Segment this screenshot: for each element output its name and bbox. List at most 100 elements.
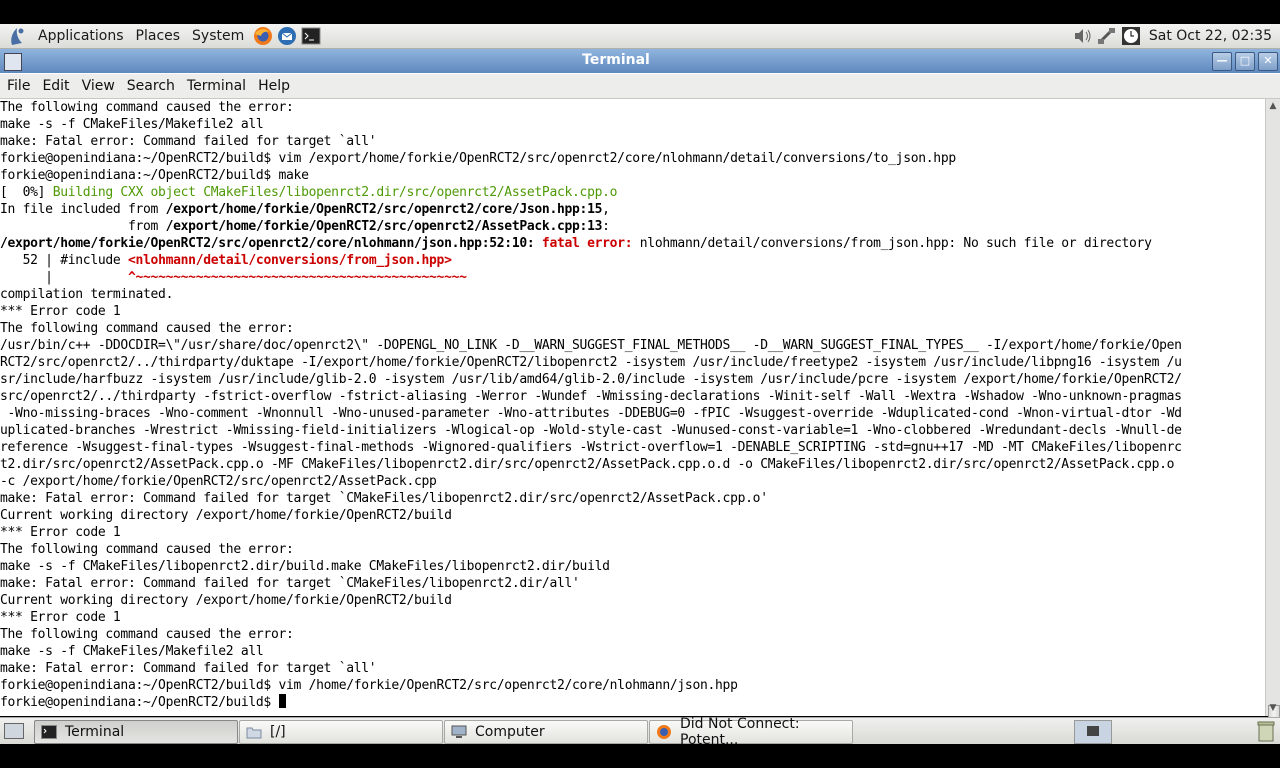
terminal-line-segment: from: [0, 219, 166, 234]
task-label: Computer: [475, 724, 545, 740]
terminal-line: forkie@openindiana:~/OpenRCT2/build$ vim…: [0, 151, 956, 166]
terminal-line: The following command caused the error:: [0, 100, 294, 115]
terminal-line: The following command caused the error:: [0, 321, 294, 336]
menu-terminal[interactable]: Terminal: [181, 78, 252, 94]
terminal-line: make: Fatal error: Command failed for ta…: [0, 661, 377, 676]
terminal-cursor: [278, 694, 286, 708]
terminal-launcher-icon[interactable]: [300, 25, 322, 47]
maximize-button[interactable]: □: [1235, 52, 1255, 71]
terminal-line: /usr/bin/c++ -DDOCDIR=\"/usr/share/doc/o…: [0, 338, 1182, 353]
terminal-line-segment: nlohmann/detail/conversions/from_json.hp…: [639, 236, 1152, 251]
task-firefox[interactable]: Did Not Connect: Potent...: [649, 716, 853, 748]
workspace-thumbnail-icon: [1087, 726, 1099, 736]
bottom-taskbar: Terminal [/] Computer Did Not Connect: P…: [0, 716, 1280, 748]
terminal-prompt-line[interactable]: forkie@openindiana:~/OpenRCT2/build$: [0, 694, 1266, 711]
terminal-line: t2.dir/src/openrct2/AssetPack.cpp.o -MF …: [0, 457, 1175, 472]
terminal-line-segment: /export/home/forkie/OpenRCT2/src/openrct…: [165, 219, 603, 234]
clock[interactable]: Sat Oct 22, 02:35: [1149, 28, 1272, 44]
terminal-line: make -s -f CMakeFiles/Makefile2 all: [0, 117, 264, 132]
terminal-line: reference -Wsuggest-final-types -Wsugges…: [0, 440, 1182, 455]
terminal-line: -c /export/home/forkie/OpenRCT2/src/open…: [0, 474, 437, 489]
task-label: Terminal: [65, 724, 125, 740]
letterbox-bottom: [0, 744, 1280, 768]
terminal-prompt: forkie@openindiana:~/OpenRCT2/build$: [0, 695, 279, 710]
network-icon[interactable]: [1097, 26, 1117, 46]
terminal-line: Current working directory /export/home/f…: [0, 508, 452, 523]
terminal-line: *** Error code 1: [0, 525, 121, 540]
terminal-line-segment: [ 0%]: [0, 185, 53, 200]
firefox-launcher-icon[interactable]: [252, 25, 274, 47]
terminal-line: RCT2/src/openrct2/../thirdparty/duktape …: [0, 355, 1182, 370]
terminal-line: | ^~~~~~~~~~~~~~~~~~~~~~~~~~~~~~~~~~~~~~…: [0, 269, 1266, 286]
terminal-line: make: Fatal error: Command failed for ta…: [0, 134, 377, 149]
task-computer[interactable]: Computer: [444, 720, 648, 744]
terminal-line-segment: 52 | #include: [0, 253, 128, 268]
thunderbird-launcher-icon[interactable]: [276, 25, 298, 47]
menu-view[interactable]: View: [76, 78, 121, 94]
folder-icon: [246, 724, 262, 740]
minimize-button[interactable]: —: [1212, 52, 1232, 71]
terminal-line: forkie@openindiana:~/OpenRCT2/build$ mak…: [0, 168, 309, 183]
terminal-window: Terminal — □ ✕ File Edit View Search Ter…: [0, 49, 1280, 759]
terminal-line-segment: ,: [602, 202, 610, 217]
terminal-line: *** Error code 1: [0, 610, 121, 625]
terminal-line: -Wno-missing-braces -Wno-comment -Wnonnu…: [0, 406, 1182, 421]
workspace-switcher[interactable]: [1074, 720, 1112, 744]
terminal-line: The following command caused the error:: [0, 542, 294, 557]
trash-icon[interactable]: [1256, 720, 1276, 742]
computer-icon: [451, 724, 467, 740]
terminal-line: forkie@openindiana:~/OpenRCT2/build$ vim…: [0, 678, 738, 693]
terminal-line: make -s -f CMakeFiles/Makefile2 all: [0, 644, 264, 659]
terminal-line: compilation terminated.: [0, 287, 174, 302]
firefox-icon: [656, 724, 672, 740]
terminal-line-segment: <nlohmann/detail/conversions/from_json.h…: [127, 253, 452, 268]
terminal-menubar: File Edit View Search Terminal Help: [0, 74, 1280, 99]
terminal-line-segment: fatal error:: [541, 236, 640, 251]
system-tray: Sat Oct 22, 02:35: [1069, 24, 1280, 48]
menu-file[interactable]: File: [0, 78, 36, 94]
menu-help[interactable]: Help: [252, 78, 296, 94]
close-button[interactable]: ✕: [1258, 52, 1278, 71]
terminal-line: from /export/home/forkie/OpenRCT2/src/op…: [0, 218, 1266, 235]
menu-edit[interactable]: Edit: [36, 78, 75, 94]
terminal-line: make: Fatal error: Command failed for ta…: [0, 576, 580, 591]
terminal-line: sr/include/harfbuzz -isystem /usr/includ…: [0, 372, 1182, 387]
terminal-line: src/openrct2/../thirdparty -fstrict-over…: [0, 389, 1182, 404]
terminal-line: *** Error code 1: [0, 304, 121, 319]
terminal-line: make -s -f CMakeFiles/libopenrct2.dir/bu…: [0, 559, 610, 574]
terminal-line-segment: /export/home/forkie/OpenRCT2/src/openrct…: [0, 236, 542, 251]
terminal-scrollbar[interactable]: ▲ ▼: [1265, 99, 1280, 759]
top-panel: Applications Places System Sat Oct 22, 0…: [0, 24, 1280, 49]
terminal-line: make: Fatal error: Command failed for ta…: [0, 491, 768, 506]
letterbox-top: [0, 0, 1280, 24]
window-title: Terminal: [582, 52, 650, 68]
terminal-line-segment: /export/home/forkie/OpenRCT2/src/openrct…: [165, 202, 603, 217]
task-file-browser[interactable]: [/]: [239, 720, 443, 744]
terminal-line-segment: ^~~~~~~~~~~~~~~~~~~~~~~~~~~~~~~~~~~~~~~~…: [127, 270, 467, 285]
terminal-line: Current working directory /export/home/f…: [0, 593, 452, 608]
scroll-down-arrow-icon[interactable]: ▼: [1268, 703, 1278, 713]
show-desktop-icon[interactable]: [4, 723, 24, 739]
terminal-line: /export/home/forkie/OpenRCT2/src/openrct…: [0, 235, 1266, 252]
task-terminal[interactable]: Terminal: [34, 720, 238, 744]
volume-icon[interactable]: [1073, 26, 1093, 46]
window-titlebar[interactable]: Terminal — □ ✕: [0, 49, 1280, 73]
clock-icon: [1121, 26, 1141, 46]
menu-search[interactable]: Search: [121, 78, 181, 94]
system-menu[interactable]: System: [186, 24, 250, 48]
task-label: [/]: [270, 724, 286, 740]
openindiana-logo-icon[interactable]: [6, 25, 28, 47]
terminal-line-segment: Building CXX object CMakeFiles/libopenrc…: [52, 185, 618, 200]
places-menu[interactable]: Places: [130, 24, 187, 48]
terminal-line: uplicated-branches -Wrestrict -Wmissing-…: [0, 423, 1182, 438]
terminal-line-segment: In file included from: [0, 202, 166, 217]
terminal-task-icon: [41, 724, 57, 740]
terminal-line: [ 0%] Building CXX object CMakeFiles/lib…: [0, 184, 1266, 201]
scroll-up-arrow-icon[interactable]: ▲: [1268, 101, 1278, 111]
terminal-line: 52 | #include <nlohmann/detail/conversio…: [0, 252, 1266, 269]
terminal-line: The following command caused the error:: [0, 627, 294, 642]
terminal-output[interactable]: The following command caused the error: m…: [0, 99, 1266, 716]
applications-menu[interactable]: Applications: [32, 24, 130, 48]
terminal-line: In file included from /export/home/forki…: [0, 201, 1266, 218]
terminal-line-segment: :: [602, 219, 610, 234]
